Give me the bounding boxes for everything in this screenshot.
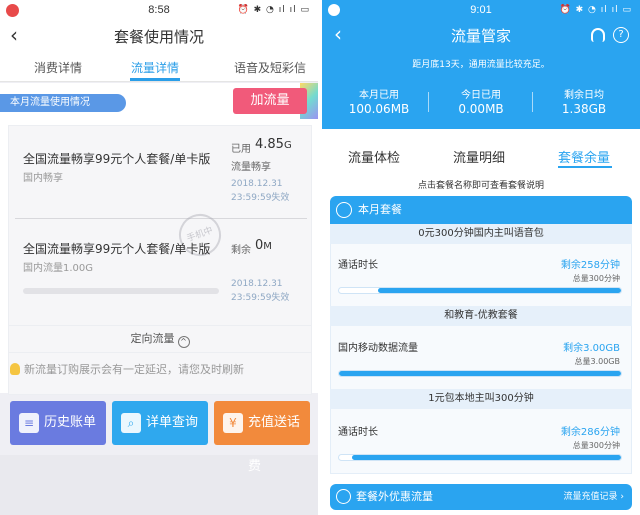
remaining-value: 剩余286分钟 <box>560 427 620 438</box>
recharge-button[interactable]: ¥ 充值送话费 <box>214 401 310 474</box>
package-section-title[interactable]: 和教育-优教套餐 <box>330 306 632 326</box>
package-section-title[interactable]: 1元包本地主叫300分钟 <box>330 389 632 409</box>
history-bill-button[interactable]: ≡ 历史账单 <box>10 401 106 445</box>
remain-value: 0M <box>255 238 272 253</box>
remaining-progress-bar <box>338 454 622 461</box>
stat-daily-remaining: 剩余日均 1.38GB <box>534 86 634 116</box>
used-label: 已用 <box>231 144 251 155</box>
total-value: 总量300分钟 <box>572 274 620 283</box>
recharge-icon: ¥ <box>223 413 243 433</box>
tab-data-details[interactable]: 流量明细 <box>453 147 505 166</box>
total-value: 总量3.00GB <box>574 357 621 366</box>
package-divider <box>15 218 307 219</box>
package-section-title[interactable]: 0元300分钟国内主叫语音包 <box>330 224 632 244</box>
expiry-time: 23:59:59失效 <box>231 293 290 303</box>
stat-today-used: 今日已用 0.00MB <box>431 86 531 116</box>
used-value: 4.85G <box>255 137 292 152</box>
package-subtitle: 国内畅享 <box>23 173 63 184</box>
tab-bar: 消费详情 流量详情 语音及短彩信 <box>0 50 318 82</box>
expiry-date: 2018.12.31 <box>231 179 283 189</box>
tab-data-check[interactable]: 流量体检 <box>348 147 400 166</box>
stat-label: 剩余日均 <box>564 90 604 101</box>
extra-data-title: 套餐外优惠流量 <box>356 490 433 503</box>
stat-label: 本月已用 <box>359 90 399 101</box>
detail-query-label: 详单查询 <box>146 415 199 430</box>
status-bar: 8:58 ⏰ ✱ ◔ ıl ıl ▭ <box>0 0 318 22</box>
remaining-value: 剩余3.00GB <box>563 343 620 354</box>
status-bar: 9:01 ⏰ ✱ ◔ ıl ıl ▭ <box>322 0 640 20</box>
chevron-up-icon: ^ <box>177 336 190 348</box>
directed-data-toggle[interactable]: 定向流量 ^ <box>8 325 312 353</box>
progress-fill <box>378 288 621 293</box>
item-label: 通话时长 <box>338 260 378 271</box>
lightbulb-icon <box>10 363 20 375</box>
tab-package-balance[interactable]: 套餐余量 <box>558 147 610 166</box>
bill-icon: ≡ <box>19 413 39 433</box>
monthly-package-header: 本月套餐 <box>330 196 632 224</box>
progress-fill <box>352 455 621 460</box>
expiry-date: 2018.12.31 <box>231 279 283 289</box>
month-summary: 距月底13天，通用流量比较充足。 <box>412 60 550 70</box>
progress-fill <box>339 371 621 376</box>
remaining-progress-bar <box>338 287 622 294</box>
stat-value: 100.06MB <box>348 102 410 116</box>
detail-query-button[interactable]: ⌕ 详单查询 <box>112 401 208 445</box>
help-icon[interactable]: ? <box>613 27 629 43</box>
tab-data-details[interactable]: 流量详情 <box>131 59 179 76</box>
stat-month-used: 本月已用 100.06MB <box>329 86 429 116</box>
history-bill-label: 历史账单 <box>44 415 97 430</box>
active-tab-indicator <box>558 166 612 168</box>
package-name[interactable]: 全国流量畅享99元个人套餐/单卡版 <box>23 240 210 257</box>
stat-label: 今日已用 <box>461 90 501 101</box>
data-status: 流量畅享 <box>231 162 271 173</box>
refresh-notice: 新流量订购展示会有一定延迟，请您及时刷新 <box>10 361 244 377</box>
tab-voice-sms[interactable]: 语音及短彩信 <box>234 59 306 76</box>
monthly-package-title: 本月套餐 <box>358 203 402 216</box>
add-data-button[interactable]: 加流量 <box>233 88 307 114</box>
tab-consumption[interactable]: 消费详情 <box>34 59 82 76</box>
usage-progress-bar <box>23 288 219 294</box>
system-icons: ⏰ ✱ ◔ ıl ıl ▭ <box>559 5 632 15</box>
page-header: ‹ 套餐使用情况 <box>0 22 318 50</box>
usage-section-label: 本月流量使用情况 <box>0 94 126 112</box>
right-screen: 9:01 ⏰ ✱ ◔ ıl ıl ▭ ‹ 流量管家 ? 距月底13天，通用流量比… <box>322 0 640 515</box>
remaining-progress-bar <box>338 370 622 377</box>
system-icons: ⏰ ✱ ◔ ıl ıl ▭ <box>237 5 310 15</box>
package-hint: 点击套餐名称即可查看套餐说明 <box>417 181 544 191</box>
expiry-time: 23:59:59失效 <box>231 193 290 203</box>
gift-icon <box>336 489 351 504</box>
stat-divider <box>428 92 429 112</box>
item-label: 通话时长 <box>338 427 378 438</box>
stat-divider <box>532 92 533 112</box>
left-screen: 8:58 ⏰ ✱ ◔ ıl ıl ▭ ‹ 套餐使用情况 消费详情 流量详情 语音… <box>0 0 318 515</box>
stat-value: 1.38GB <box>561 102 607 116</box>
package-card: 全国流量畅享99元个人套餐/单卡版 国内畅享 已用 4.85G 流量畅享 201… <box>8 125 312 395</box>
calendar-icon <box>336 202 352 218</box>
active-tab-indicator <box>130 78 180 81</box>
remain-label: 剩余 <box>231 245 251 256</box>
total-value: 总量300分钟 <box>572 441 620 450</box>
extra-data-header: 套餐外优惠流量 流量充值记录 › <box>330 484 632 510</box>
headset-icon[interactable] <box>591 28 605 42</box>
search-icon: ⌕ <box>121 413 141 433</box>
recharge-label: 充值送话费 <box>248 415 301 474</box>
stat-value: 0.00MB <box>458 102 504 116</box>
page-title: 套餐使用情况 <box>113 28 204 46</box>
header-banner: 9:01 ⏰ ✱ ◔ ıl ıl ▭ ‹ 流量管家 ? 距月底13天，通用流量比… <box>322 0 640 129</box>
item-label: 国内移动数据流量 <box>338 343 418 354</box>
package-name[interactable]: 全国流量畅享99元个人套餐/单卡版 <box>23 150 210 167</box>
package-subtitle: 国内流量1.00G <box>23 263 94 274</box>
notice-text: 新流量订购展示会有一定延迟，请您及时刷新 <box>24 363 244 376</box>
directed-data-label: 定向流量 <box>130 332 175 345</box>
recharge-record-link[interactable]: 流量充值记录 › <box>564 484 624 510</box>
remaining-value: 剩余258分钟 <box>560 260 620 271</box>
